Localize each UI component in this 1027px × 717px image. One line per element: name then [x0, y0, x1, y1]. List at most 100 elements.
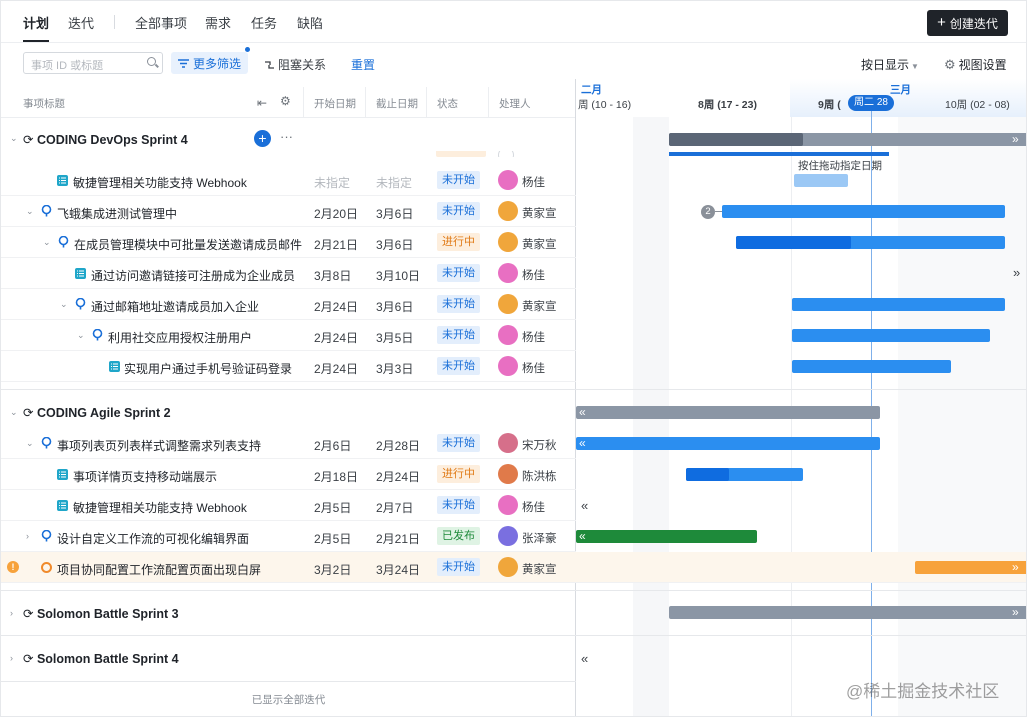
chevron-right-icon[interactable]: ›: [10, 653, 13, 663]
assignee-name[interactable]: 陈洪栋: [522, 468, 557, 484]
item-bar[interactable]: [792, 329, 990, 342]
table-row[interactable]: 事项详情页支持移动端展示 2月18日 2月24日 进行中 陈洪栋: [1, 459, 576, 490]
scroll-left-icon[interactable]: «: [581, 498, 588, 513]
table-row[interactable]: ⌄ 通过邮箱地址邀请成员加入企业 2月24日 3月6日 未开始 黄家宣: [1, 289, 576, 320]
end-date[interactable]: 2月7日: [376, 499, 413, 516]
scroll-left-icon[interactable]: «: [581, 651, 588, 666]
assignee-name[interactable]: 宋万秋: [522, 437, 557, 453]
start-date[interactable]: 2月18日: [314, 468, 358, 485]
chevron-down-icon[interactable]: ⌄: [26, 438, 34, 449]
tab-defects[interactable]: 缺陷: [297, 13, 323, 32]
sprint-bar[interactable]: [669, 606, 1026, 619]
item-title[interactable]: 敏捷管理相关功能支持 Webhook: [73, 499, 247, 516]
item-title[interactable]: 通过邮箱地址邀请成员加入企业: [91, 298, 259, 315]
chevron-down-icon[interactable]: ⌄: [26, 206, 34, 217]
status-badge[interactable]: 未开始: [437, 295, 480, 313]
start-date[interactable]: 2月5日: [314, 530, 351, 547]
display-mode-select[interactable]: 按日显示 ▼: [861, 56, 919, 73]
status-badge[interactable]: 未开始: [437, 357, 480, 375]
warning-icon[interactable]: !: [7, 561, 19, 573]
end-date[interactable]: 未指定: [376, 174, 412, 191]
item-title[interactable]: 通过访问邀请链接可注册成为企业成员: [91, 267, 295, 284]
end-date[interactable]: 3月6日: [376, 236, 413, 253]
item-title[interactable]: 飞蛾集成进测试管理中: [57, 205, 177, 222]
assignee-name[interactable]: 黄家宣: [522, 236, 557, 252]
item-bar[interactable]: [722, 205, 1005, 218]
item-bar[interactable]: [576, 437, 880, 450]
status-badge[interactable]: 未开始: [437, 326, 480, 344]
table-row[interactable]: › 设计自定义工作流的可视化编辑界面 2月5日 2月21日 已发布 张泽豪: [1, 521, 576, 552]
end-date[interactable]: 3月24日: [376, 561, 420, 578]
start-date[interactable]: 2月20日: [314, 205, 358, 222]
item-bar[interactable]: [576, 530, 757, 543]
assignee-name[interactable]: 杨佳: [522, 360, 545, 376]
start-date[interactable]: 2月24日: [314, 329, 358, 346]
double-chevron-left-icon[interactable]: «: [579, 529, 586, 543]
add-item-button[interactable]: +: [254, 130, 271, 147]
end-date[interactable]: 3月5日: [376, 329, 413, 346]
double-chevron-right-icon[interactable]: »: [1012, 605, 1019, 619]
chevron-right-icon[interactable]: ›: [10, 608, 13, 618]
item-title[interactable]: 利用社交应用授权注册用户: [108, 329, 252, 346]
item-title[interactable]: 设计自定义工作流的可视化编辑界面: [57, 530, 249, 547]
item-title[interactable]: 实现用户通过手机号验证码登录: [124, 360, 292, 377]
dependency-count-badge[interactable]: 2: [701, 205, 715, 219]
end-date[interactable]: 2月28日: [376, 437, 420, 454]
more-options-icon[interactable]: ···: [280, 129, 293, 144]
end-date[interactable]: 3月6日: [376, 205, 413, 222]
tab-tasks[interactable]: 任务: [251, 13, 277, 32]
item-bar[interactable]: [792, 360, 951, 373]
assignee-name[interactable]: 杨佳: [522, 329, 545, 345]
table-row[interactable]: 实现用户通过手机号验证码登录 2月24日 3月3日 未开始 杨佳: [1, 351, 576, 382]
double-chevron-left-icon[interactable]: «: [579, 436, 586, 450]
table-row-highlighted[interactable]: ! 项目协同配置工作流配置页面出现白屏 3月2日 3月24日 未开始 黄家宣: [1, 552, 1026, 583]
assignee-name[interactable]: 黄家宣: [522, 205, 557, 221]
table-row[interactable]: ⌄ 飞蛾集成进测试管理中 2月20日 3月6日 未开始 黄家宣: [1, 196, 576, 227]
end-date[interactable]: 2月24日: [376, 468, 420, 485]
chevron-down-icon[interactable]: ⌄: [10, 407, 18, 418]
reset-link[interactable]: 重置: [351, 56, 375, 73]
chevron-down-icon[interactable]: ⌄: [43, 237, 51, 248]
status-badge[interactable]: 未开始: [437, 171, 480, 189]
sprint-row[interactable]: › ⟳ Solomon Battle Sprint 3: [1, 598, 576, 629]
end-date[interactable]: 2月21日: [376, 530, 420, 547]
sprint-row[interactable]: ⌄ ⟳ CODING DevOps Sprint 4 + ···: [1, 122, 576, 154]
table-row[interactable]: 敏捷管理相关功能支持 Webhook 未指定 未指定 未开始 杨佳: [1, 165, 576, 196]
view-settings-button[interactable]: ⚙ 视图设置: [944, 56, 1007, 73]
status-badge[interactable]: 未开始: [437, 558, 480, 576]
status-badge[interactable]: 进行中: [437, 465, 480, 483]
more-filters-button[interactable]: 更多筛选: [171, 52, 248, 74]
item-title[interactable]: 事项列表页列表样式调整需求列表支持: [57, 437, 261, 454]
assignee-name[interactable]: 杨佳: [522, 174, 545, 190]
double-chevron-right-icon[interactable]: »: [1012, 132, 1019, 146]
table-row[interactable]: 通过访问邀请链接可注册成为企业成员 3月8日 3月10日 未开始 杨佳: [1, 258, 576, 289]
double-chevron-right-icon[interactable]: »: [1012, 560, 1019, 574]
status-badge[interactable]: 未开始: [437, 264, 480, 282]
chevron-down-icon[interactable]: ⌄: [77, 330, 85, 341]
table-row[interactable]: ⌄ 事项列表页列表样式调整需求列表支持 2月6日 2月28日 未开始 宋万秋: [1, 428, 576, 459]
start-date[interactable]: 2月21日: [314, 236, 358, 253]
sprint-bar[interactable]: [576, 406, 880, 419]
assignee-name[interactable]: 黄家宣: [522, 561, 557, 577]
end-date[interactable]: 3月10日: [376, 267, 420, 284]
assignee-name[interactable]: 杨佳: [522, 499, 545, 515]
item-title[interactable]: 敏捷管理相关功能支持 Webhook: [73, 174, 247, 191]
sprint-row[interactable]: ⌄ ⟳ CODING Agile Sprint 2: [1, 397, 576, 428]
item-bar[interactable]: [792, 298, 1005, 311]
status-badge[interactable]: 未开始: [437, 496, 480, 514]
status-badge[interactable]: 未开始: [437, 202, 480, 220]
collapse-all-icon[interactable]: ⇤: [257, 96, 267, 110]
start-date[interactable]: 2月24日: [314, 298, 358, 315]
start-date[interactable]: 未指定: [314, 174, 350, 191]
create-iteration-button[interactable]: + 创建迭代: [927, 10, 1008, 36]
column-settings-gear-icon[interactable]: ⚙: [280, 94, 291, 108]
table-row[interactable]: 敏捷管理相关功能支持 Webhook 2月5日 2月7日 未开始 杨佳: [1, 490, 576, 521]
item-bar-placeholder[interactable]: [794, 174, 848, 187]
tab-requirements[interactable]: 需求: [205, 13, 231, 32]
table-row[interactable]: ⌄ 在成员管理模块中可批量发送邀请成员邮件 2月21日 3月6日 进行中 黄家宣: [1, 227, 576, 258]
start-date[interactable]: 2月24日: [314, 360, 358, 377]
assignee-name[interactable]: 张泽豪: [522, 530, 557, 546]
double-chevron-left-icon[interactable]: «: [579, 405, 586, 419]
start-date[interactable]: 3月8日: [314, 267, 351, 284]
search-input[interactable]: 事项 ID 或标题: [23, 52, 163, 74]
